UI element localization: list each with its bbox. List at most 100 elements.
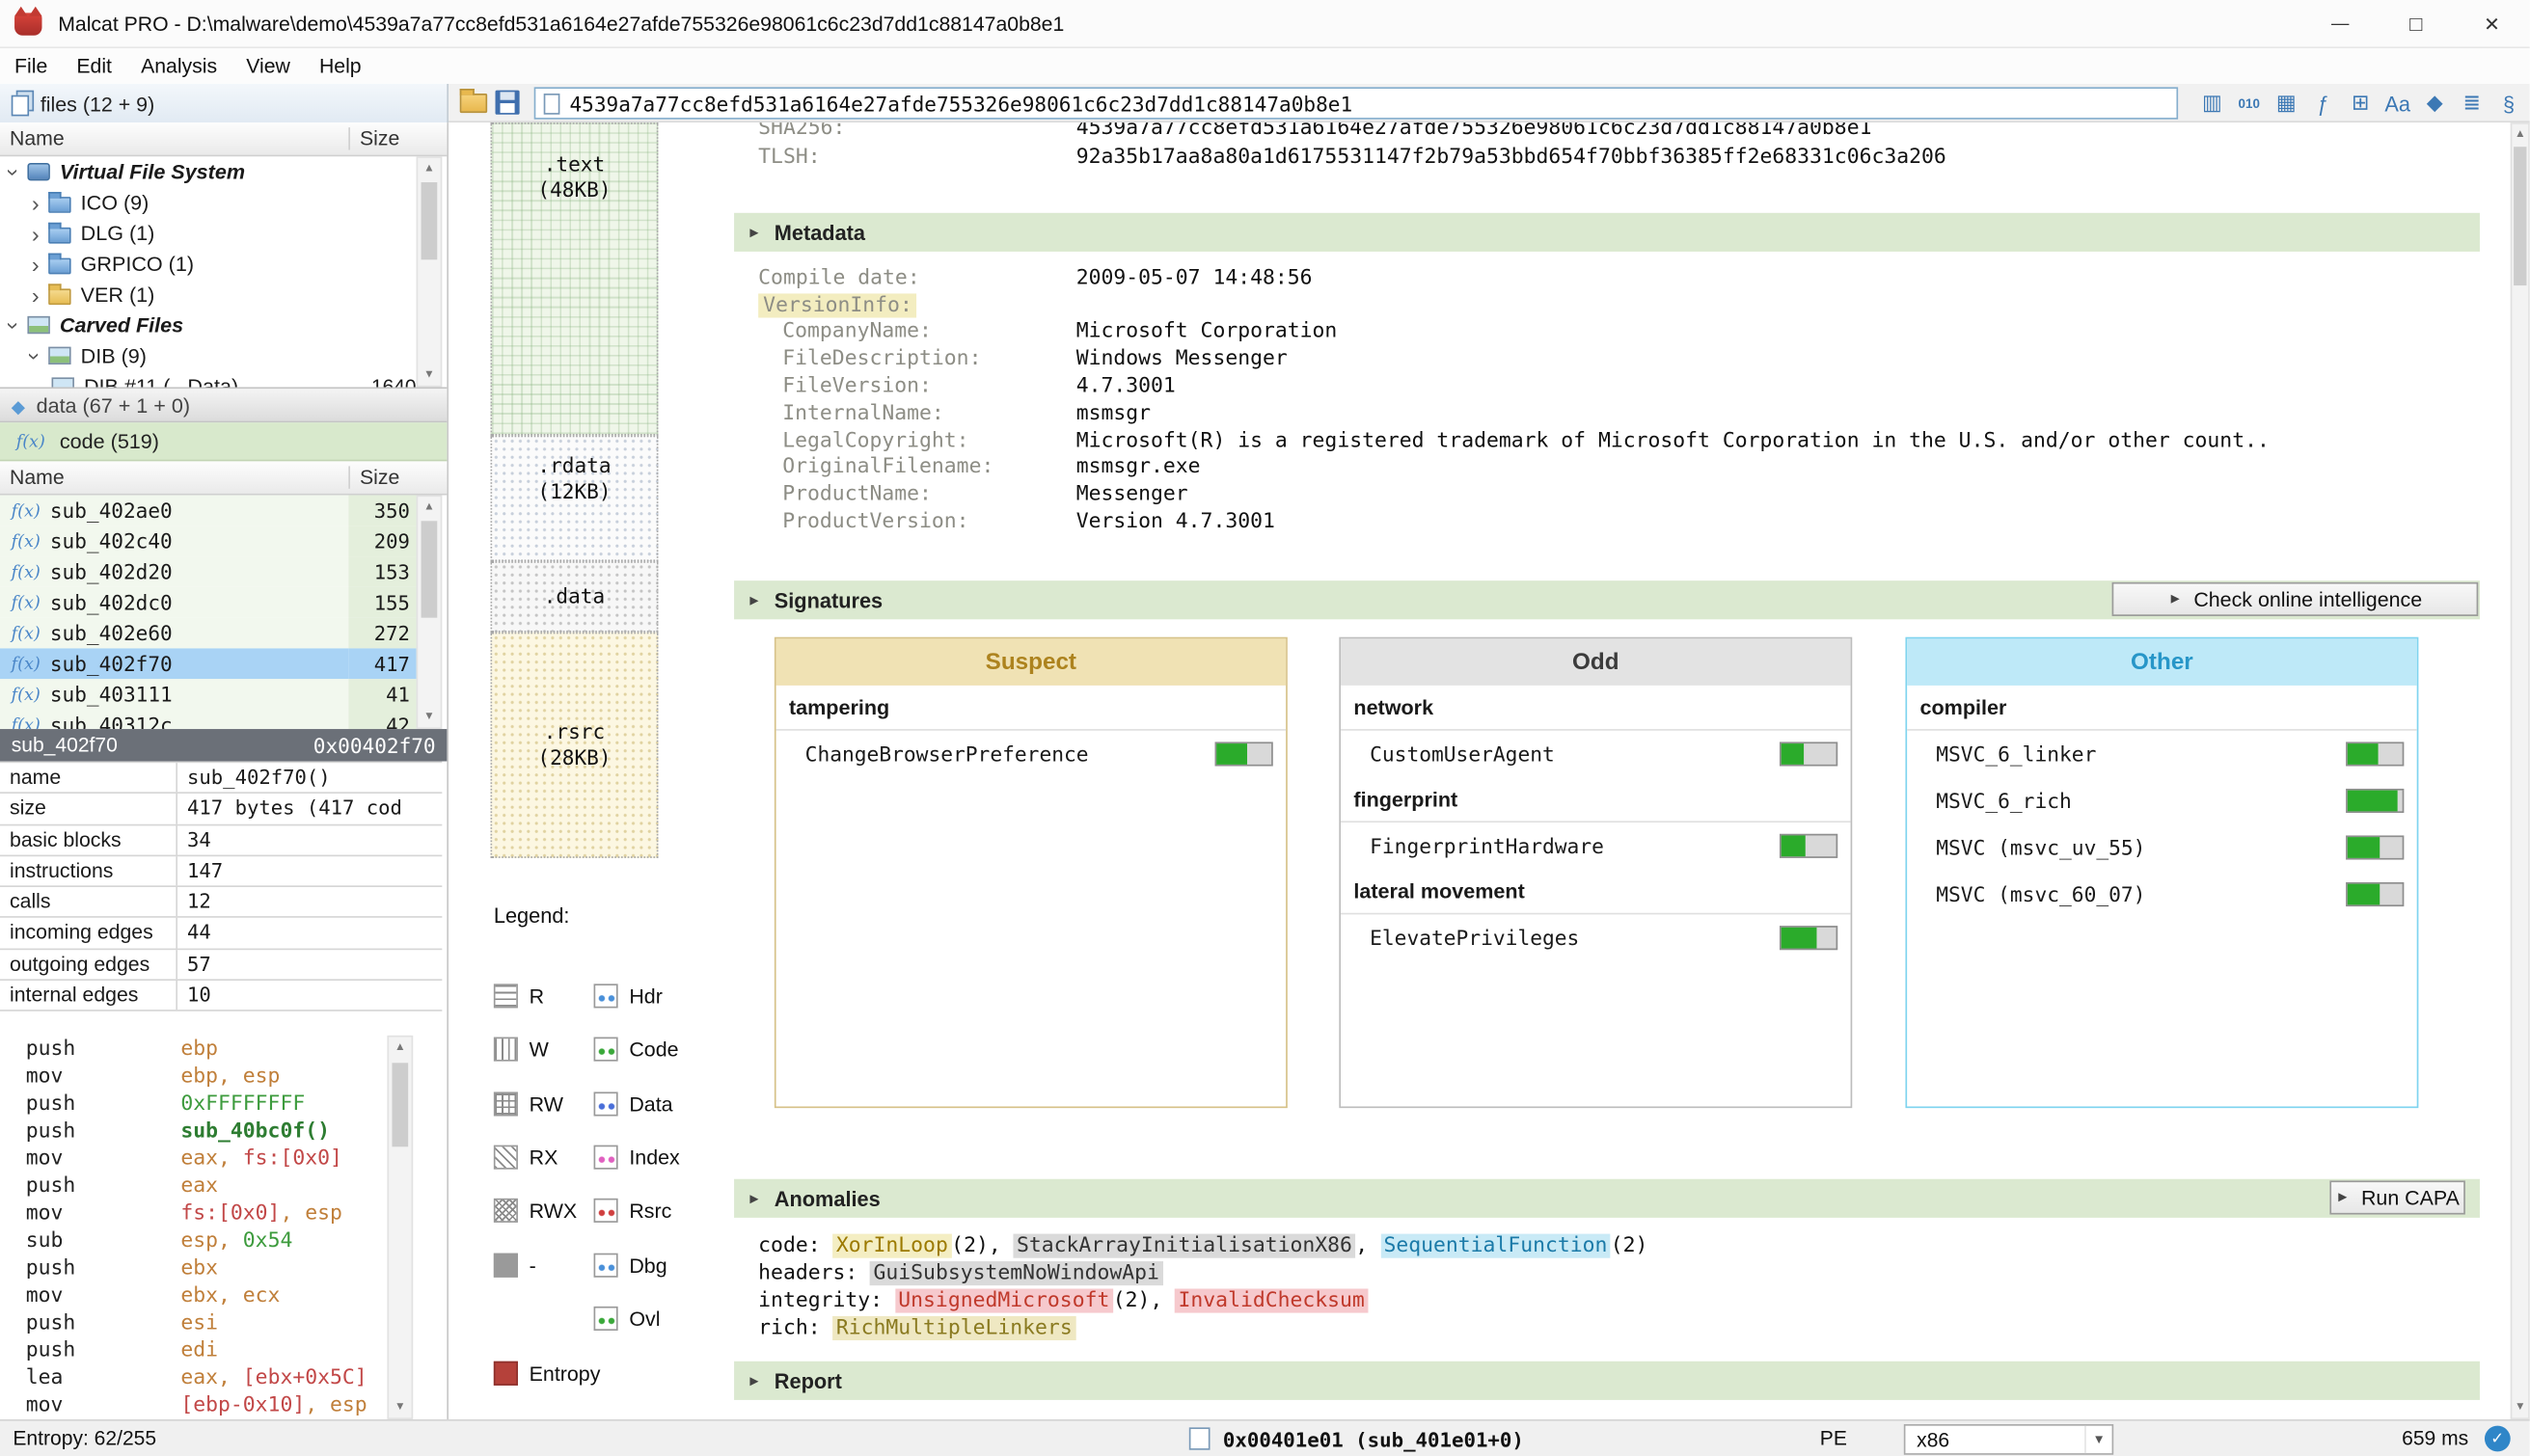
tree-item-ver[interactable]: VER (1) — [0, 279, 449, 310]
script-view-icon[interactable]: § — [2492, 87, 2524, 119]
signatures-section-header[interactable]: Signatures Check online intelligence — [734, 580, 2480, 619]
asm-line[interactable]: pushebp — [0, 1036, 387, 1063]
column-size[interactable]: Size — [348, 466, 449, 488]
expander-icon[interactable] — [26, 224, 45, 243]
anomaly-badge[interactable]: SequentialFunction — [1380, 1234, 1611, 1258]
asm-line[interactable]: push0xFFFFFFFF — [0, 1091, 387, 1118]
expander-icon[interactable] — [5, 162, 24, 181]
function-row-selected[interactable]: sub_402f70 417 — [0, 648, 449, 679]
files-tab[interactable]: files (12 + 9) — [0, 84, 449, 122]
menu-item-analysis[interactable]: Analysis — [126, 55, 231, 77]
menu-item-help[interactable]: Help — [305, 55, 376, 77]
signature-item[interactable]: MSVC (msvc_uv_55) — [1907, 824, 2417, 872]
expander-icon[interactable] — [5, 315, 24, 335]
column-name[interactable]: Name — [0, 127, 348, 149]
scroll-up-icon[interactable] — [389, 1038, 411, 1059]
menu-item-file[interactable]: File — [0, 55, 62, 77]
open-file-icon[interactable] — [460, 94, 487, 113]
asm-line[interactable]: pushesi — [0, 1309, 387, 1336]
signature-item[interactable]: ElevatePrivileges — [1341, 914, 1851, 961]
run-capa-button[interactable]: Run CAPA — [2329, 1180, 2465, 1214]
layout-view-icon[interactable]: ⊞ — [2344, 87, 2376, 119]
anomaly-badge[interactable]: StackArrayInitialisationX86 — [1014, 1234, 1356, 1258]
close-button[interactable] — [2454, 0, 2530, 47]
tree-item-virtual-file-system[interactable]: Virtual File System — [0, 156, 449, 187]
asm-line[interactable]: pusheax — [0, 1173, 387, 1200]
scrollbar-thumb[interactable] — [2514, 147, 2526, 285]
layers-view-icon[interactable]: ≣ — [2456, 87, 2488, 119]
save-icon[interactable] — [496, 91, 520, 115]
asm-line[interactable]: moveax, fs:[0x0] — [0, 1146, 387, 1173]
map-section-data[interactable]: .data — [491, 561, 659, 633]
asm-line[interactable]: leaeax, [ebx+0x5C] — [0, 1364, 387, 1391]
tree-item-dlg[interactable]: DLG (1) — [0, 218, 449, 249]
function-row[interactable]: sub_402ae0 350 — [0, 496, 449, 526]
tree-item-dib-11[interactable]: DIB #11 (.. Data) 1640 — [0, 371, 449, 388]
signature-item[interactable]: ChangeBrowserPreference — [776, 731, 1287, 778]
function-row[interactable]: sub_40312c 42 — [0, 710, 449, 729]
asm-line[interactable]: pushebx — [0, 1254, 387, 1281]
scrollbar-thumb[interactable] — [422, 521, 438, 617]
map-section-rsrc[interactable]: .rsrc (28KB) — [491, 633, 659, 858]
signature-item[interactable]: CustomUserAgent — [1341, 731, 1851, 778]
column-name[interactable]: Name — [0, 466, 348, 488]
asm-line[interactable]: movfs:[0x0], esp — [0, 1200, 387, 1227]
expander-icon[interactable] — [26, 346, 45, 365]
strings-view-icon[interactable]: ▦ — [2270, 87, 2301, 119]
asm-line[interactable]: movebx, ecx — [0, 1282, 387, 1309]
scrollbar-thumb[interactable] — [392, 1063, 408, 1146]
anomaly-badge[interactable]: RichMultipleLinkers — [833, 1315, 1076, 1339]
scroll-up-icon[interactable] — [2512, 124, 2528, 146]
anomaly-badge[interactable]: XorInLoop — [833, 1234, 952, 1258]
scroll-down-icon[interactable] — [418, 707, 440, 728]
code-section-header[interactable]: code (519) — [0, 422, 449, 461]
panel-view-icon[interactable]: ▥ — [2196, 87, 2228, 119]
function-row[interactable]: sub_402c40 209 — [0, 526, 449, 556]
scrollbar-thumb[interactable] — [422, 182, 438, 259]
asm-line[interactable]: pushsub_40bc0f() — [0, 1118, 387, 1145]
scroll-down-icon[interactable] — [2512, 1397, 2528, 1418]
analysis-ok-icon[interactable] — [2485, 1426, 2511, 1452]
anomaly-badge[interactable]: GuiSubsystemNoWindowApi — [870, 1261, 1162, 1285]
text-view-icon[interactable]: Aa — [2381, 87, 2413, 119]
data-section-header[interactable]: data (67 + 1 + 0) — [0, 387, 449, 422]
map-section-rdata[interactable]: .rdata (12KB) — [491, 436, 659, 561]
tree-item-carved-files[interactable]: Carved Files — [0, 310, 449, 340]
expander-icon[interactable] — [26, 193, 45, 212]
signature-item[interactable]: MSVC_6_rich — [1907, 777, 2417, 824]
asm-line[interactable]: movebp, esp — [0, 1063, 387, 1090]
menu-item-view[interactable]: View — [231, 55, 305, 77]
anomaly-badge[interactable]: UnsignedMicrosoft — [895, 1288, 1113, 1312]
asm-line[interactable]: pushedi — [0, 1337, 387, 1364]
check-online-intelligence-button[interactable]: Check online intelligence — [2112, 582, 2479, 616]
asm-line[interactable]: subesp, 0x54 — [0, 1227, 387, 1254]
function-row[interactable]: sub_402d20 153 — [0, 556, 449, 587]
scroll-down-icon[interactable] — [418, 364, 440, 386]
address-input[interactable] — [569, 92, 2176, 116]
tree-item-dib[interactable]: DIB (9) — [0, 340, 449, 371]
column-size[interactable]: Size — [348, 127, 449, 149]
maximize-button[interactable] — [2379, 0, 2455, 47]
tags-view-icon[interactable]: ◆ — [2418, 87, 2450, 119]
minimize-button[interactable] — [2302, 0, 2379, 47]
hex-view-icon[interactable]: 010 — [2233, 87, 2265, 119]
function-row[interactable]: sub_402dc0 155 — [0, 587, 449, 618]
scroll-up-icon[interactable] — [418, 497, 440, 518]
scroll-up-icon[interactable] — [418, 158, 440, 179]
tree-item-ico[interactable]: ICO (9) — [0, 187, 449, 218]
scroll-down-icon[interactable] — [389, 1397, 411, 1418]
expander-icon[interactable] — [26, 284, 45, 304]
signature-item[interactable]: MSVC (msvc_60_07) — [1907, 871, 2417, 918]
tree-item-grpico[interactable]: GRPICO (1) — [0, 249, 449, 280]
menu-item-edit[interactable]: Edit — [62, 55, 126, 77]
asm-line[interactable]: mov[ebp-0x10], esp — [0, 1392, 387, 1419]
anomaly-badge[interactable]: InvalidChecksum — [1175, 1288, 1368, 1312]
signature-item[interactable]: FingerprintHardware — [1341, 822, 1851, 870]
anomalies-section-header[interactable]: Anomalies Run CAPA — [734, 1179, 2480, 1218]
metadata-section-header[interactable]: Metadata — [734, 213, 2480, 252]
expander-icon[interactable] — [26, 254, 45, 273]
function-row[interactable]: sub_402e60 272 — [0, 618, 449, 649]
signature-item[interactable]: MSVC_6_linker — [1907, 731, 2417, 778]
function-row[interactable]: sub_403111 41 — [0, 679, 449, 710]
report-section-header[interactable]: Report — [734, 1362, 2480, 1400]
